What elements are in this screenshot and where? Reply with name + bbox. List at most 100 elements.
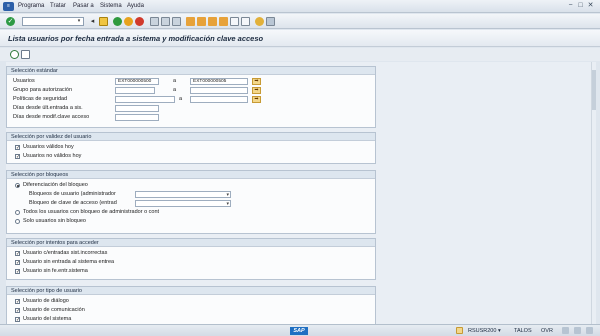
grupo-autorizacion-label: Grupo para autorización (13, 87, 73, 93)
status-icon (574, 327, 581, 334)
sistema-checkbox[interactable]: ✓ (15, 317, 20, 323)
bloqueo-clave-label: Bloqueo de clave de acceso (entrad (29, 200, 117, 206)
find-icon[interactable] (161, 17, 170, 26)
grupo-autorizacion-from-input[interactable] (115, 87, 155, 94)
todos-bloqueo-radio[interactable] (15, 210, 20, 215)
print-icon[interactable] (150, 17, 159, 26)
dialogo-label: Usuario de diálogo (23, 298, 69, 304)
group-header: Selección por tipo de usuario (7, 287, 375, 295)
comunicacion-checkbox[interactable]: ✓ (15, 308, 20, 314)
diferenciacion-label: Diferenciación del bloqueo (23, 182, 88, 188)
status-mode: OVR (541, 328, 553, 334)
sap-logo: SAP (290, 327, 308, 335)
back-icon[interactable] (113, 17, 122, 26)
status-dropdown-icon[interactable] (456, 327, 463, 334)
multiple-selection-icon[interactable]: ➡ (252, 96, 261, 103)
incorrectas-checkbox[interactable]: ✓ (15, 251, 20, 257)
menu-bar: ≡ Programa Tratar Pasar a Sistema Ayuda … (0, 0, 600, 13)
exit-icon[interactable] (124, 17, 133, 26)
menu-programa[interactable]: Programa (18, 3, 44, 9)
comunicacion-label: Usuario de comunicación (23, 307, 85, 313)
sistema-label: Usuario del sistema (23, 316, 72, 322)
cancel-icon[interactable] (135, 17, 144, 26)
help-icon[interactable] (255, 17, 264, 26)
group-header: Selección por intentos para acceder (7, 239, 375, 247)
incorrectas-label: Usuario c/entradas sist.incorrectas (23, 250, 108, 256)
vertical-scrollbar[interactable] (591, 62, 596, 324)
first-page-icon[interactable] (186, 17, 195, 26)
bloqueo-admin-select[interactable] (135, 191, 231, 198)
sin-fe-label: Usuario sin fe.entr.sistema (23, 268, 88, 274)
to-label: a (173, 87, 177, 93)
dias-clave-input[interactable] (115, 114, 159, 121)
usuarios-label: Usuarios (13, 78, 35, 84)
no-validos-checkbox[interactable]: ✓ (15, 154, 20, 160)
group-validez: Selección por validez del usuario ✓ Usua… (6, 132, 376, 164)
group-bloqueos: Selección por bloqueos Diferenciación de… (6, 170, 376, 234)
group-tipo-usuario: Selección por tipo de usuario ✓ Usuario … (6, 286, 376, 324)
solo-sin-bloqueo-radio[interactable] (15, 219, 20, 224)
group-intentos: Selección por intentos para acceder ✓ Us… (6, 238, 376, 280)
status-dropdown-arrow-icon[interactable]: ▾ (498, 327, 501, 335)
sin-entrada-checkbox[interactable]: ✓ (15, 260, 20, 266)
new-session-icon[interactable] (230, 17, 239, 26)
status-icon (586, 327, 593, 334)
sap-menu-icon[interactable]: ≡ (3, 2, 14, 11)
save-icon[interactable] (99, 17, 108, 26)
separator-icon: ◂ (90, 18, 95, 25)
group-header: Selección por bloqueos (7, 171, 375, 179)
enter-icon[interactable]: ✓ (6, 17, 15, 26)
group-header: Selección por validez del usuario (7, 133, 375, 141)
find-next-icon[interactable] (172, 17, 181, 26)
bloqueo-admin-label: Bloqueos de usuario (administrador (29, 191, 116, 197)
group-header: Selección estándar (7, 67, 375, 75)
last-page-icon[interactable] (219, 17, 228, 26)
close-window-icon[interactable]: ✕ (586, 2, 595, 10)
variant-icon[interactable] (21, 50, 30, 59)
menu-tratar[interactable]: Tratar (50, 3, 66, 9)
validos-checkbox[interactable]: ✓ (15, 145, 20, 151)
screen-title-bar: Lista usuarios por fecha entrada a siste… (0, 30, 600, 47)
politicas-seguridad-from-input[interactable] (115, 96, 175, 103)
grupo-autorizacion-to-input[interactable] (190, 87, 248, 94)
menu-ayuda[interactable]: Ayuda (127, 3, 144, 9)
group-seleccion-estandar: Selección estándar Usuarios EXT000000500… (6, 66, 376, 128)
prev-page-icon[interactable] (197, 17, 206, 26)
dialogo-checkbox[interactable]: ✓ (15, 299, 20, 305)
sin-fe-checkbox[interactable]: ✓ (15, 269, 20, 275)
shortcut-icon[interactable] (241, 17, 250, 26)
to-label: a (179, 96, 183, 102)
diferenciacion-radio[interactable] (15, 183, 20, 188)
status-program: RSUSR200 (468, 328, 497, 334)
to-label: a (173, 78, 177, 84)
politicas-seguridad-label: Políticas de seguridad (13, 96, 68, 102)
command-field[interactable]: ▾ (22, 17, 84, 26)
minimize-icon[interactable]: − (566, 2, 575, 10)
selection-screen: Selección estándar Usuarios EXT000000500… (6, 62, 592, 324)
dias-entrada-label: Días desde últ.entrada a sis. (13, 105, 83, 111)
standard-toolbar: ✓ ▾ ◂ (0, 14, 600, 29)
next-page-icon[interactable] (208, 17, 217, 26)
scrollbar-thumb[interactable] (592, 70, 596, 110)
page-title: Lista usuarios por fecha entrada a siste… (8, 34, 264, 43)
execute-icon[interactable] (10, 50, 19, 59)
multiple-selection-icon[interactable]: ➡ (252, 87, 261, 94)
command-dropdown-icon[interactable]: ▾ (75, 18, 83, 25)
bloqueo-clave-select[interactable] (135, 200, 231, 207)
usuarios-to-input[interactable]: EXT000000505 (190, 78, 248, 85)
solo-sin-bloqueo-label: Solo usuarios sin bloqueo (23, 218, 86, 224)
dias-entrada-input[interactable] (115, 105, 159, 112)
dias-clave-label: Días desde modif.clave acceso (13, 114, 90, 120)
usuarios-from-input[interactable]: EXT000000500 (115, 78, 159, 85)
status-server: TALOS (514, 328, 532, 334)
maximize-icon[interactable]: □ (576, 2, 585, 10)
politicas-seguridad-to-input[interactable] (190, 96, 248, 103)
customize-icon[interactable] (266, 17, 275, 26)
menu-sistema[interactable]: Sistema (100, 3, 122, 9)
todos-bloqueo-label: Todos los usuarios con bloqueo de admini… (23, 209, 160, 215)
multiple-selection-icon[interactable]: ➡ (252, 78, 261, 85)
no-validos-label: Usuarios no válidos hoy (23, 153, 82, 159)
validos-label: Usuarios válidos hoy (23, 144, 74, 150)
menu-pasar-a[interactable]: Pasar a (73, 3, 94, 9)
status-bar: SAP RSUSR200 ▾ TALOS OVR (0, 324, 600, 336)
